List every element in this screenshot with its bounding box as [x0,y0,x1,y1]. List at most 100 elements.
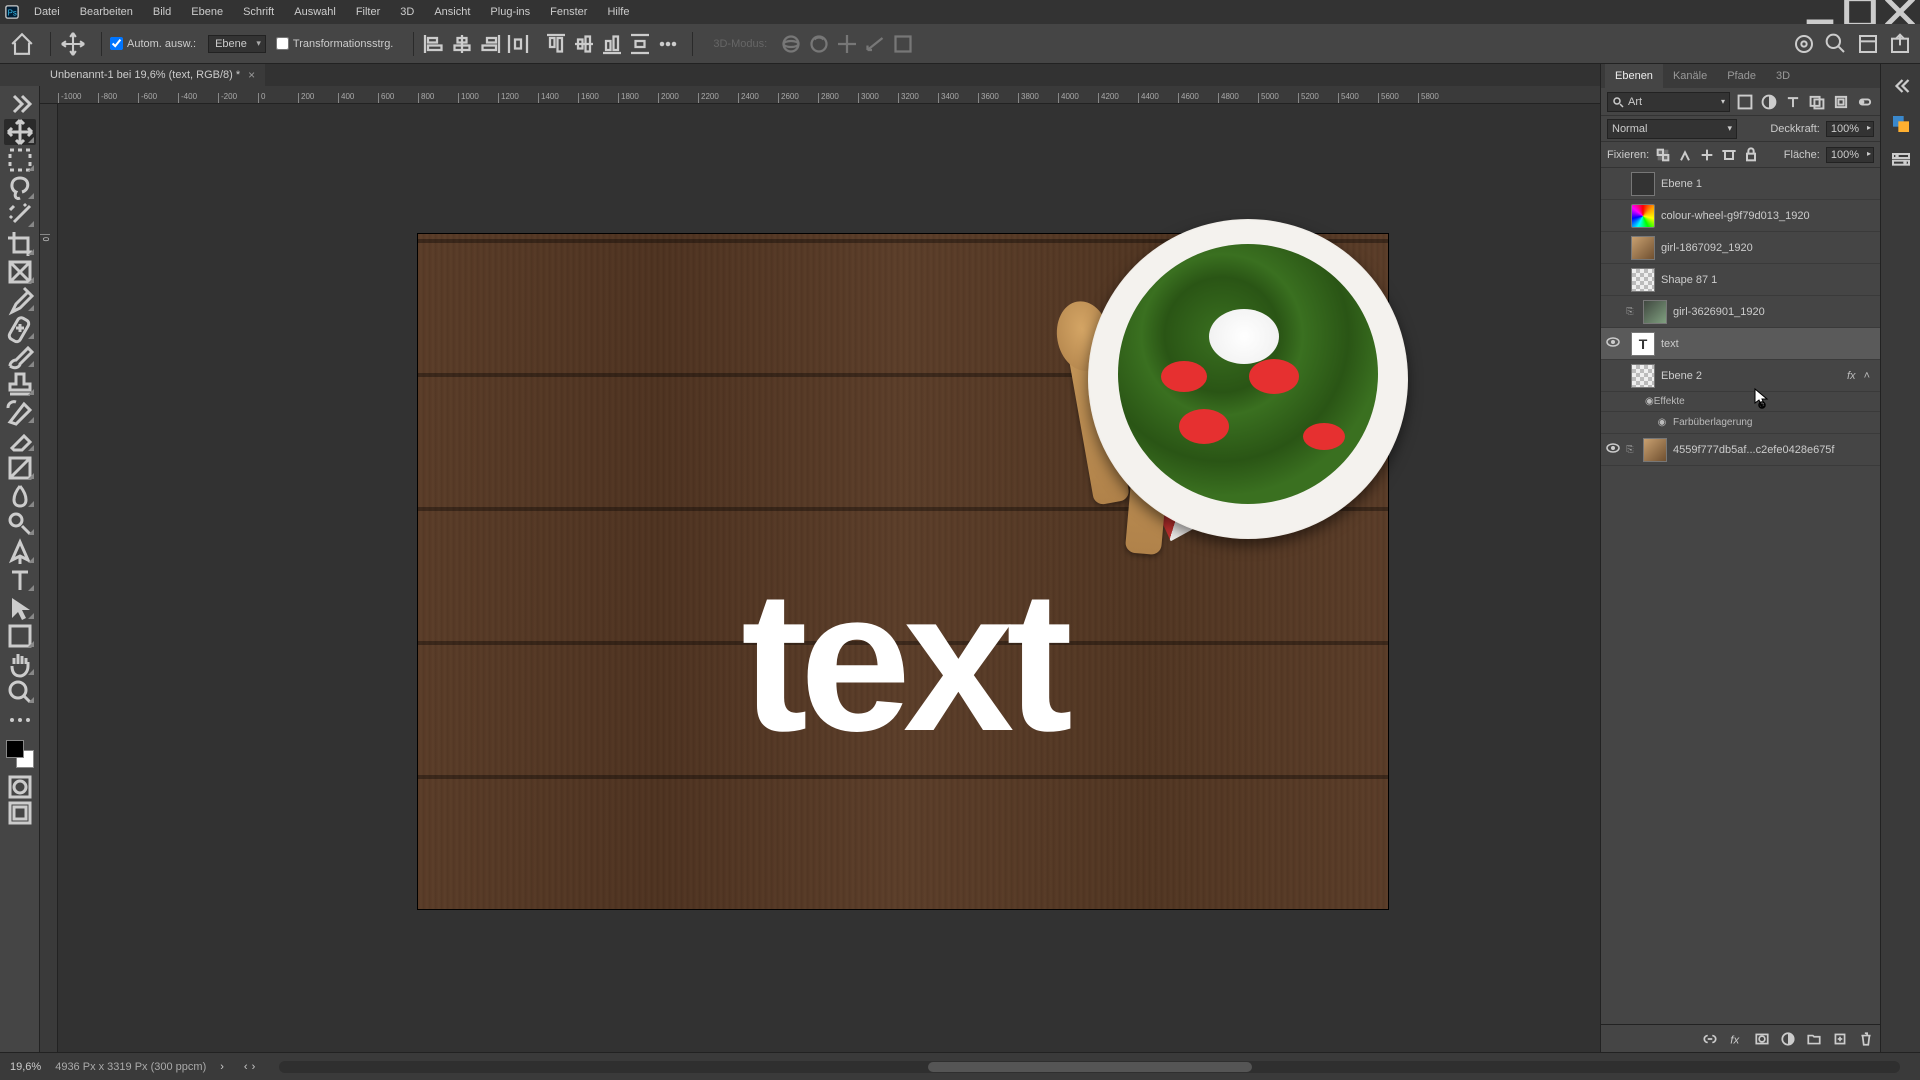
layer-name[interactable]: Shape 87 1 [1661,274,1874,286]
adjustment-layer-icon[interactable] [1780,1031,1796,1047]
lock-position-icon[interactable] [1699,147,1715,163]
layer-style-icon[interactable]: fx [1728,1031,1744,1047]
3d-roll-icon[interactable] [807,32,831,56]
hand-tool[interactable] [4,651,36,677]
visibility-toggle[interactable] [1601,334,1625,353]
fill-value[interactable]: 100% [1826,147,1874,163]
distribute-h-icon[interactable] [506,32,530,56]
tool-chevrons[interactable] [4,91,36,117]
align-top-icon[interactable] [544,32,568,56]
layer-row[interactable]: ⎘ 4559f777db5af...c2efe0428e675f [1601,434,1880,466]
transform-controls-input[interactable] [276,37,289,50]
search-icon[interactable] [1824,32,1848,56]
layer-name[interactable]: girl-3626901_1920 [1673,306,1874,318]
menu-schrift[interactable]: Schrift [233,0,284,24]
filter-smart-icon[interactable] [1832,93,1850,111]
delete-layer-icon[interactable] [1858,1031,1874,1047]
color-panel-icon[interactable] [1889,112,1913,136]
link-layers-icon[interactable] [1702,1031,1718,1047]
layer-row[interactable]: girl-1867092_1920 [1601,232,1880,264]
marquee-tool[interactable] [4,147,36,173]
lock-all-icon[interactable] [1743,147,1759,163]
visibility-toggle[interactable]: ◉ [1645,396,1654,407]
layer-name[interactable]: Ebene 1 [1661,178,1874,190]
align-hcenter-icon[interactable] [450,32,474,56]
transform-controls-checkbox[interactable]: Transformationsstrg. [276,37,393,50]
history-brush-tool[interactable] [4,399,36,425]
blur-tool[interactable] [4,483,36,509]
filter-toggle-icon[interactable] [1856,93,1874,111]
stamp-tool[interactable] [4,371,36,397]
layer-thumbnail[interactable] [1631,204,1655,228]
tab-pfade[interactable]: Pfade [1717,64,1766,88]
3d-orbit-icon[interactable] [779,32,803,56]
layer-thumbnail[interactable] [1631,236,1655,260]
menu-auswahl[interactable]: Auswahl [284,0,346,24]
eraser-tool[interactable] [4,427,36,453]
crop-tool[interactable] [4,231,36,257]
lock-image-icon[interactable] [1677,147,1693,163]
home-button[interactable] [8,30,36,58]
close-tab-icon[interactable]: × [248,64,255,86]
layer-thumbnail[interactable]: T [1631,332,1655,356]
healing-tool[interactable] [4,315,36,341]
canvas-text-layer[interactable]: Text [741,547,1065,777]
scrollbar-thumb[interactable] [928,1062,1252,1072]
info-chevron-icon[interactable]: › [220,1061,224,1073]
tab-kanaele[interactable]: Kanäle [1663,64,1717,88]
layer-row[interactable]: Ebene 2 fx ˄ [1601,360,1880,392]
properties-panel-icon[interactable] [1889,150,1913,174]
align-vcenter-icon[interactable] [572,32,596,56]
blend-mode-dropdown[interactable]: Normal [1607,119,1737,139]
document-canvas[interactable]: Text [418,234,1388,909]
menu-3d[interactable]: 3D [390,0,424,24]
quick-mask-icon[interactable] [4,775,36,799]
3d-slide-icon[interactable] [863,32,887,56]
filter-pixel-icon[interactable] [1736,93,1754,111]
zoom-tool[interactable] [4,679,36,705]
menu-fenster[interactable]: Fenster [540,0,597,24]
layer-name[interactable]: Ebene 2 [1661,370,1843,382]
filter-adjust-icon[interactable] [1760,93,1778,111]
menu-datei[interactable]: Datei [24,0,70,24]
canvas-area[interactable]: Text [58,104,1600,1052]
tab-3d[interactable]: 3D [1766,64,1800,88]
share-icon[interactable] [1888,32,1912,56]
layer-fx-item[interactable]: ◉ Farbüberlagerung [1601,412,1880,434]
layer-row[interactable]: Shape 87 1 [1601,264,1880,296]
auto-select-checkbox[interactable]: Autom. ausw.: [110,37,196,50]
layer-row[interactable]: ⎘ girl-3626901_1920 [1601,296,1880,328]
panel-menu-icon[interactable] [1868,70,1880,82]
nav-prev-icon[interactable]: ‹ [244,1061,248,1073]
layer-fx-title[interactable]: ◉ Effekte [1601,392,1880,412]
tab-ebenen[interactable]: Ebenen [1605,64,1663,88]
fg-bg-color-swatch[interactable] [6,740,34,768]
3d-scale-icon[interactable] [891,32,915,56]
gradient-tool[interactable] [4,455,36,481]
window-maximize-button[interactable] [1840,0,1880,24]
layer-row[interactable]: Ebene 1 [1601,168,1880,200]
menu-hilfe[interactable]: Hilfe [597,0,639,24]
cloud-docs-icon[interactable] [1792,32,1816,56]
auto-select-target-dropdown[interactable]: Ebene [208,35,266,53]
menu-bild[interactable]: Bild [143,0,181,24]
layer-name[interactable]: girl-1867092_1920 [1661,242,1874,254]
visibility-toggle[interactable] [1601,440,1625,459]
layer-mask-icon[interactable] [1754,1031,1770,1047]
menu-filter[interactable]: Filter [346,0,390,24]
opacity-value[interactable]: 100% [1826,121,1874,137]
lasso-tool[interactable] [4,175,36,201]
magic-wand-tool[interactable] [4,203,36,229]
layer-name[interactable]: text [1661,338,1874,350]
more-align-icon[interactable] [656,32,680,56]
workspace-icon[interactable] [1856,32,1880,56]
window-close-button[interactable] [1880,0,1920,24]
visibility-toggle[interactable]: ◉ [1657,417,1667,428]
dodge-tool[interactable] [4,511,36,537]
eyedropper-tool[interactable] [4,287,36,313]
move-tool[interactable] [4,119,36,145]
zoom-display[interactable]: 19,6% [10,1061,41,1073]
window-minimize-button[interactable] [1800,0,1840,24]
align-right-icon[interactable] [478,32,502,56]
fx-badge[interactable]: fx [1843,370,1860,382]
